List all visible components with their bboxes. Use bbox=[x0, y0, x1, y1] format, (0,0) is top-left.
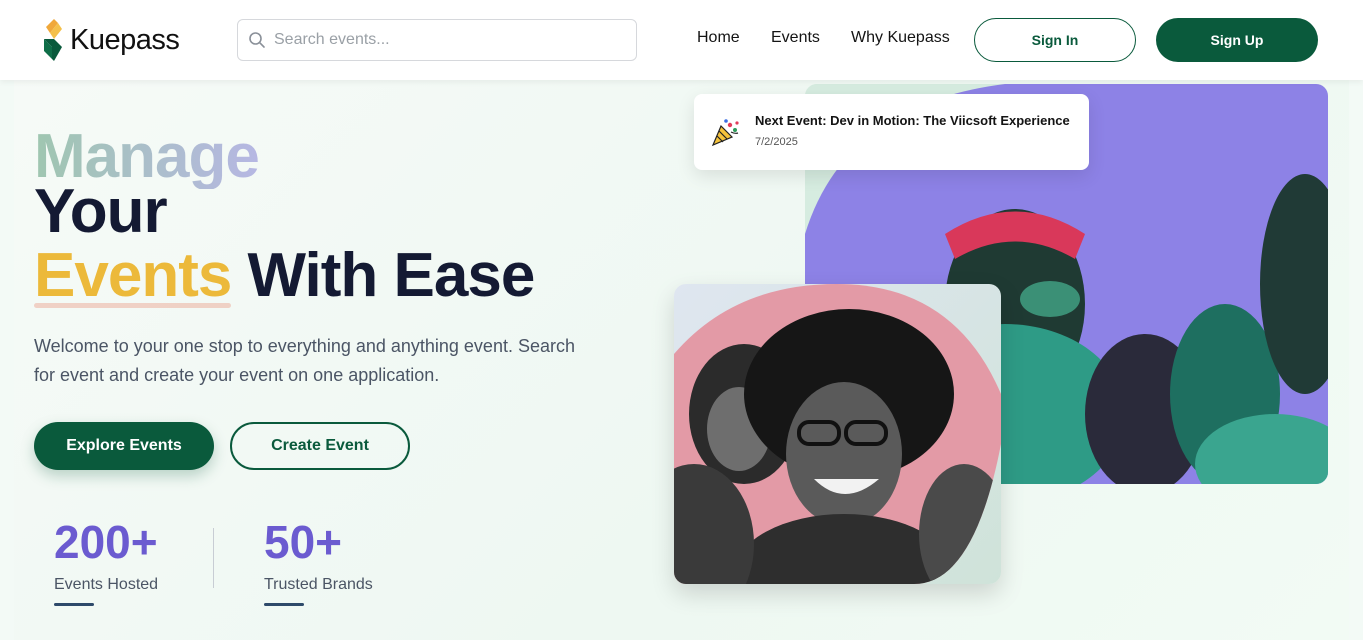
sign-in-button[interactable]: Sign In bbox=[974, 18, 1136, 62]
stat-underline bbox=[264, 603, 304, 606]
nav-link-events[interactable]: Events bbox=[771, 29, 820, 47]
stat-underline bbox=[54, 603, 94, 606]
kuepass-logo-icon bbox=[44, 19, 62, 61]
nav-link-why-kuepass[interactable]: Why Kuepass bbox=[851, 29, 950, 47]
search-input[interactable] bbox=[274, 31, 614, 49]
search-bar[interactable] bbox=[237, 19, 637, 61]
top-navbar: Kuepass Home Events Why Kuepass Sign In … bbox=[0, 0, 1363, 80]
hero-title-rest: With Ease bbox=[231, 241, 536, 310]
sign-up-button[interactable]: Sign Up bbox=[1156, 18, 1318, 62]
next-event-date: 7/2/2025 bbox=[755, 136, 798, 148]
hero-title-line3: Events With Ease bbox=[34, 241, 536, 310]
hero-description: Welcome to your one stop to everything a… bbox=[34, 336, 575, 385]
stat-divider bbox=[213, 528, 214, 588]
hero-photo-friends bbox=[674, 284, 1001, 584]
hero-title-your: Your bbox=[34, 177, 168, 246]
create-event-button[interactable]: Create Event bbox=[230, 422, 410, 470]
search-icon bbox=[248, 31, 266, 49]
next-event-title: Next Event: Dev in Motion: The Viicsoft … bbox=[755, 113, 1070, 128]
hero-title-highlight: Events bbox=[34, 241, 232, 310]
stat-events-hosted-value: 200+ bbox=[54, 516, 158, 568]
nav-link-home[interactable]: Home bbox=[697, 29, 740, 47]
logo-text: Kuepass bbox=[70, 23, 180, 56]
next-event-card[interactable]: Next Event: Dev in Motion: The Viicsoft … bbox=[694, 94, 1089, 170]
kuepass-logo[interactable]: Kuepass bbox=[42, 16, 180, 64]
stat-trusted-brands-value: 50+ bbox=[264, 516, 343, 568]
stat-trusted-brands-label: Trusted Brands bbox=[264, 576, 373, 593]
explore-events-button[interactable]: Explore Events bbox=[34, 422, 214, 470]
stat-events-hosted-label: Events Hosted bbox=[54, 576, 159, 593]
party-popper-icon bbox=[710, 116, 742, 148]
